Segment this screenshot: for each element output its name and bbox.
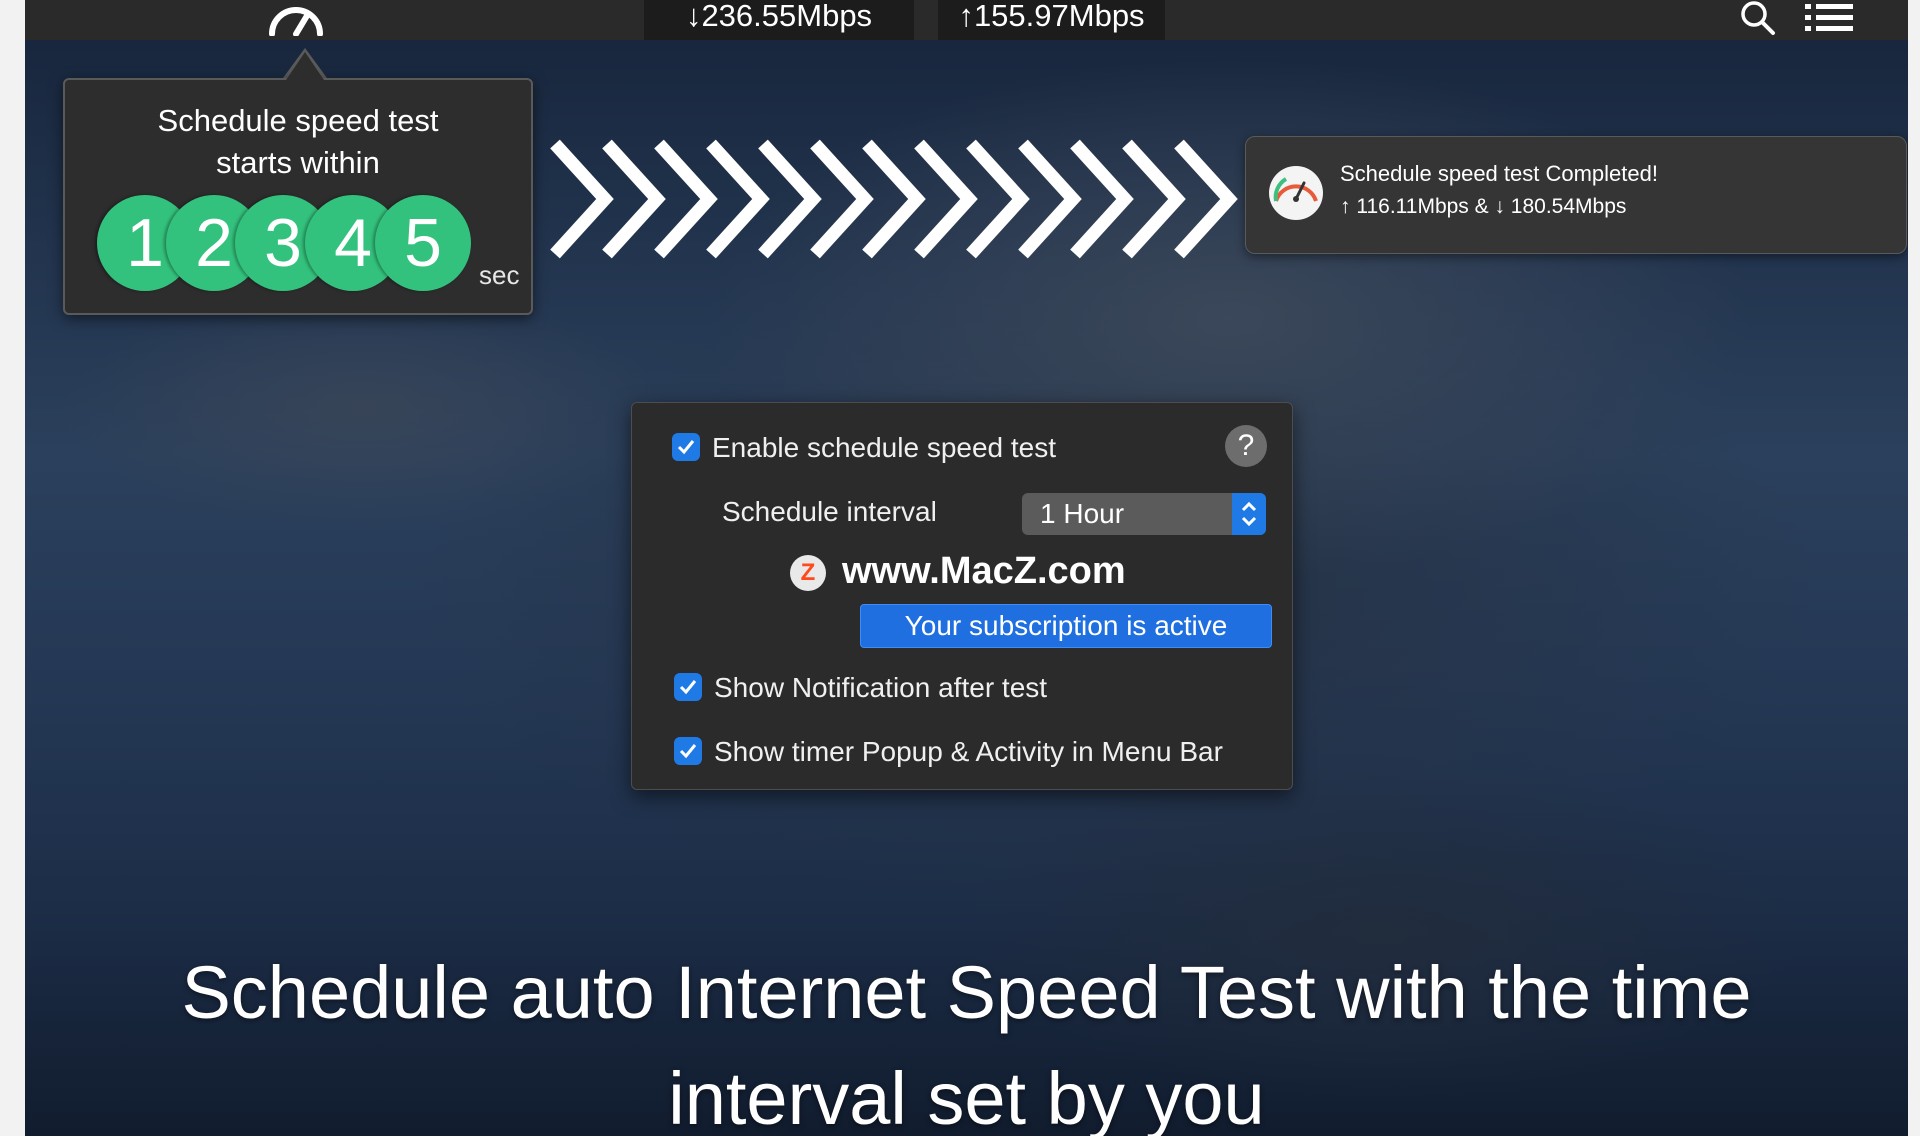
checkmark-icon: [677, 440, 695, 455]
watermark-text: www.MacZ.com: [842, 550, 1126, 592]
download-speed-indicator[interactable]: ↓236.55Mbps: [644, 0, 914, 40]
countdown-title-line1: Schedule speed test: [157, 103, 439, 138]
schedule-interval-value: 1 Hour: [1040, 498, 1125, 529]
schedule-interval-select[interactable]: 1 Hour: [1022, 493, 1266, 535]
chevron-updown-icon: [1241, 501, 1257, 527]
caption-line1: Schedule auto Internet Speed Test with t…: [181, 951, 1752, 1034]
subscription-status-button[interactable]: Your subscription is active: [860, 604, 1272, 648]
list-icon[interactable]: [1805, 2, 1855, 34]
speedometer-icon[interactable]: [264, 0, 328, 36]
macz-logo-letter: Z: [800, 559, 816, 586]
chevron-arrows-graphic: [550, 139, 1238, 259]
show-timer-popup-label[interactable]: Show timer Popup & Activity in Menu Bar: [714, 736, 1223, 768]
enable-schedule-label[interactable]: Enable schedule speed test: [712, 432, 1056, 464]
countdown-popup: Schedule speed test starts within 1 2 3 …: [63, 78, 533, 315]
enable-schedule-checkbox[interactable]: [672, 433, 700, 461]
countdown-digit-5: 5: [375, 195, 471, 291]
macz-logo-icon: Z: [790, 555, 826, 591]
show-notification-checkbox[interactable]: [674, 673, 702, 701]
select-stepper[interactable]: [1232, 493, 1266, 535]
countdown-title: Schedule speed test starts within: [65, 100, 531, 184]
schedule-interval-label: Schedule interval: [722, 496, 937, 527]
caption-line2: interval set by you: [668, 1057, 1265, 1136]
notification-title: Schedule speed test Completed!: [1340, 161, 1658, 186]
countdown-title-line2: starts within: [216, 145, 380, 180]
promo-screenshot: ↓236.55Mbps ↑155.97Mbps Schedule speed t…: [25, 0, 1908, 1136]
promo-caption: Schedule auto Internet Speed Test with t…: [25, 940, 1908, 1136]
show-timer-popup-checkbox[interactable]: [674, 737, 702, 765]
search-icon[interactable]: [1738, 0, 1778, 36]
upload-speed-indicator[interactable]: ↑155.97Mbps: [938, 0, 1165, 40]
popup-pointer-fill: [286, 52, 324, 80]
show-notification-label[interactable]: Show Notification after test: [714, 672, 1047, 704]
completion-notification[interactable]: Schedule speed test Completed! ↑ 116.11M…: [1245, 136, 1907, 254]
countdown-unit: sec: [479, 260, 520, 290]
schedule-settings-panel: Enable schedule speed test ? Schedule in…: [631, 402, 1293, 790]
checkmark-icon: [679, 680, 697, 695]
notification-body: ↑ 116.11Mbps & ↓ 180.54Mbps: [1340, 195, 1627, 218]
speedometer-icon: [1269, 166, 1323, 220]
checkmark-icon: [679, 744, 697, 759]
help-button[interactable]: ?: [1225, 425, 1267, 467]
menu-bar: ↓236.55Mbps ↑155.97Mbps: [25, 0, 1908, 40]
